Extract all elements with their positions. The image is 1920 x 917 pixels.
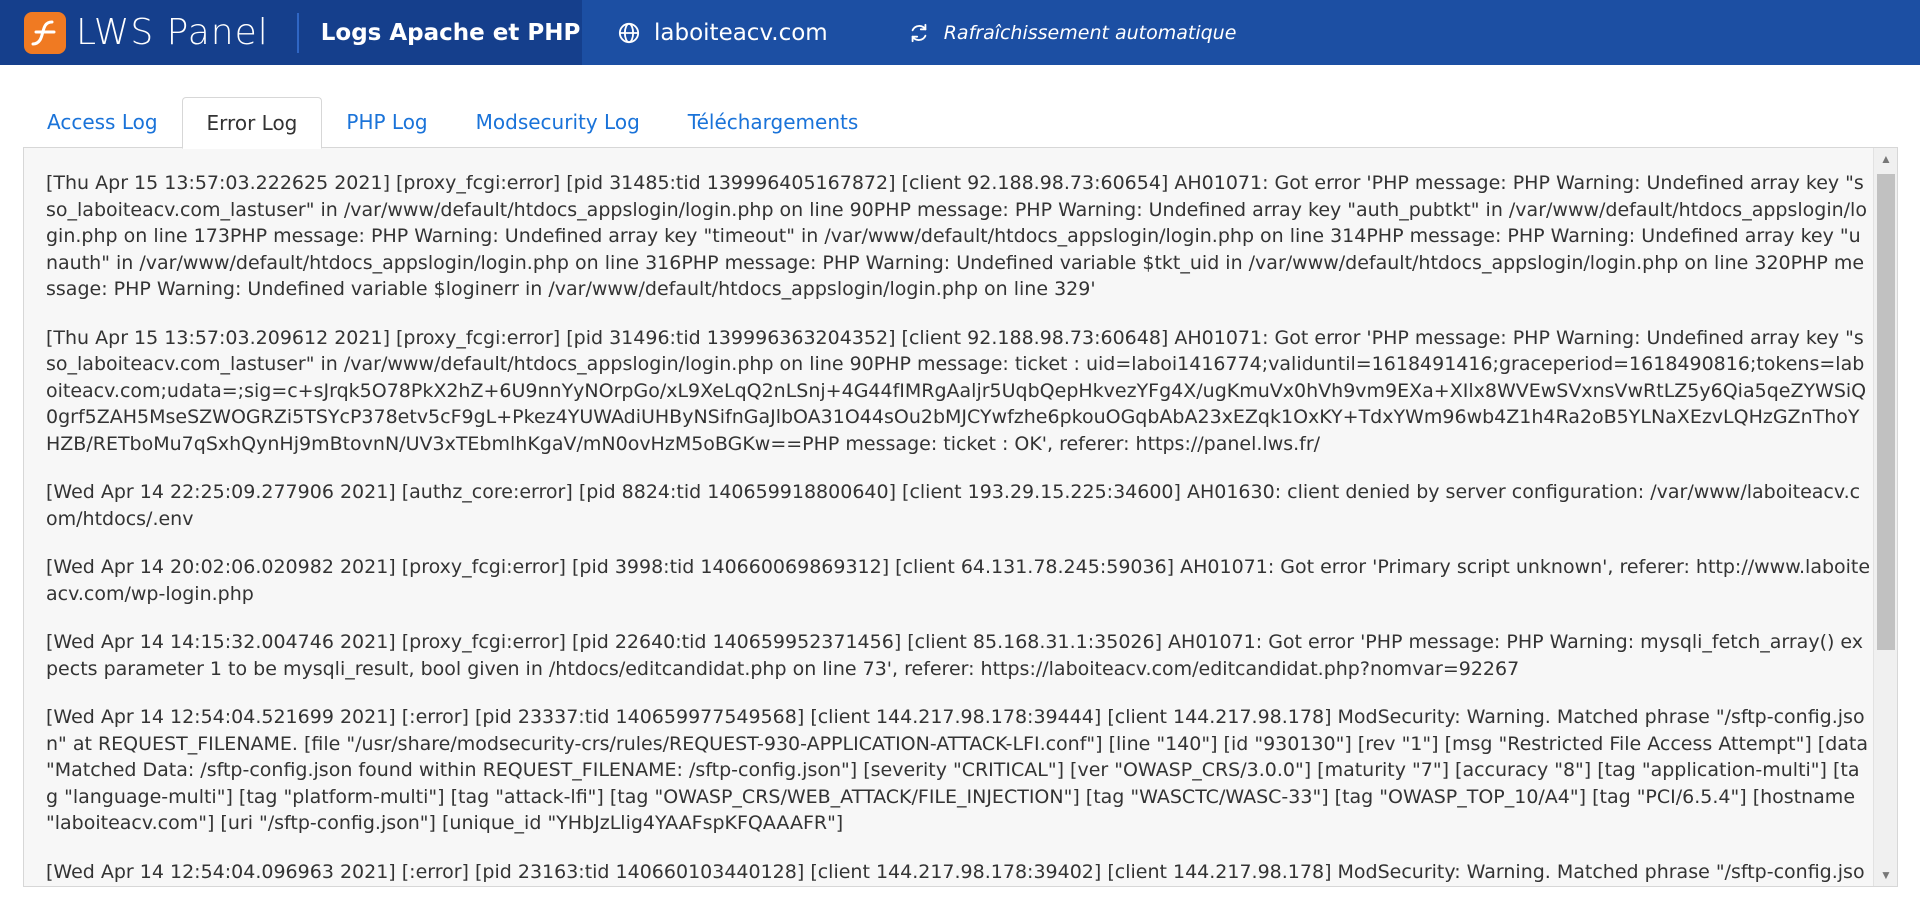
refresh-icon bbox=[911, 23, 927, 42]
scroll-down-icon[interactable]: ▼ bbox=[1874, 864, 1897, 886]
log-entry: [Wed Apr 14 12:54:04.521699 2021] [:erro… bbox=[46, 706, 1868, 834]
log-entry: [Wed Apr 14 20:02:06.020982 2021] [proxy… bbox=[46, 556, 1871, 605]
vertical-scrollbar[interactable]: ▲ ▼ bbox=[1873, 148, 1897, 886]
lws-logo-icon bbox=[24, 11, 66, 54]
domain-label: laboiteacv.com bbox=[654, 19, 828, 46]
log-entry: [Thu Apr 15 13:57:03.209612 2021] [proxy… bbox=[46, 326, 1867, 455]
tab-access-log[interactable]: Access Log bbox=[23, 96, 182, 148]
log-entry: [Wed Apr 14 12:54:04.096963 2021] [:erro… bbox=[46, 860, 1865, 883]
log-viewer[interactable]: [Thu Apr 15 13:57:03.222625 2021] [proxy… bbox=[23, 147, 1898, 887]
auto-refresh-label: Rafraîchissement automatique bbox=[943, 21, 1237, 44]
brand-name: LWS Panel bbox=[76, 12, 269, 53]
scrollbar-thumb[interactable] bbox=[1877, 174, 1895, 650]
log-tabs: Access Log Error Log PHP Log Modsecurity… bbox=[23, 96, 883, 149]
tab-modsecurity-log[interactable]: Modsecurity Log bbox=[452, 96, 664, 148]
auto-refresh-toggle[interactable]: Rafraîchissement automatique bbox=[908, 21, 1237, 44]
log-entry: [Wed Apr 14 22:25:09.277906 2021] [authz… bbox=[46, 481, 1861, 530]
brand-divider bbox=[296, 12, 299, 53]
tab-downloads[interactable]: Téléchargements bbox=[664, 96, 883, 148]
page-title: Logs Apache et PHP bbox=[320, 19, 581, 46]
top-header: LWS Panel Logs Apache et PHP laboiteacv.… bbox=[0, 0, 1920, 65]
log-entries: [Thu Apr 15 13:57:03.222625 2021] [proxy… bbox=[46, 170, 1871, 886]
brand-area[interactable]: LWS Panel Logs Apache et PHP bbox=[0, 0, 582, 65]
tab-error-log[interactable]: Error Log bbox=[181, 97, 323, 149]
globe-icon bbox=[618, 22, 640, 43]
scroll-up-icon[interactable]: ▲ bbox=[1874, 148, 1897, 170]
domain-selector[interactable]: laboiteacv.com bbox=[618, 20, 828, 46]
log-entry: [Wed Apr 14 14:15:32.004746 2021] [proxy… bbox=[46, 631, 1864, 680]
tab-php-log[interactable]: PHP Log bbox=[322, 96, 451, 148]
log-entry: [Thu Apr 15 13:57:03.222625 2021] [proxy… bbox=[46, 172, 1867, 300]
